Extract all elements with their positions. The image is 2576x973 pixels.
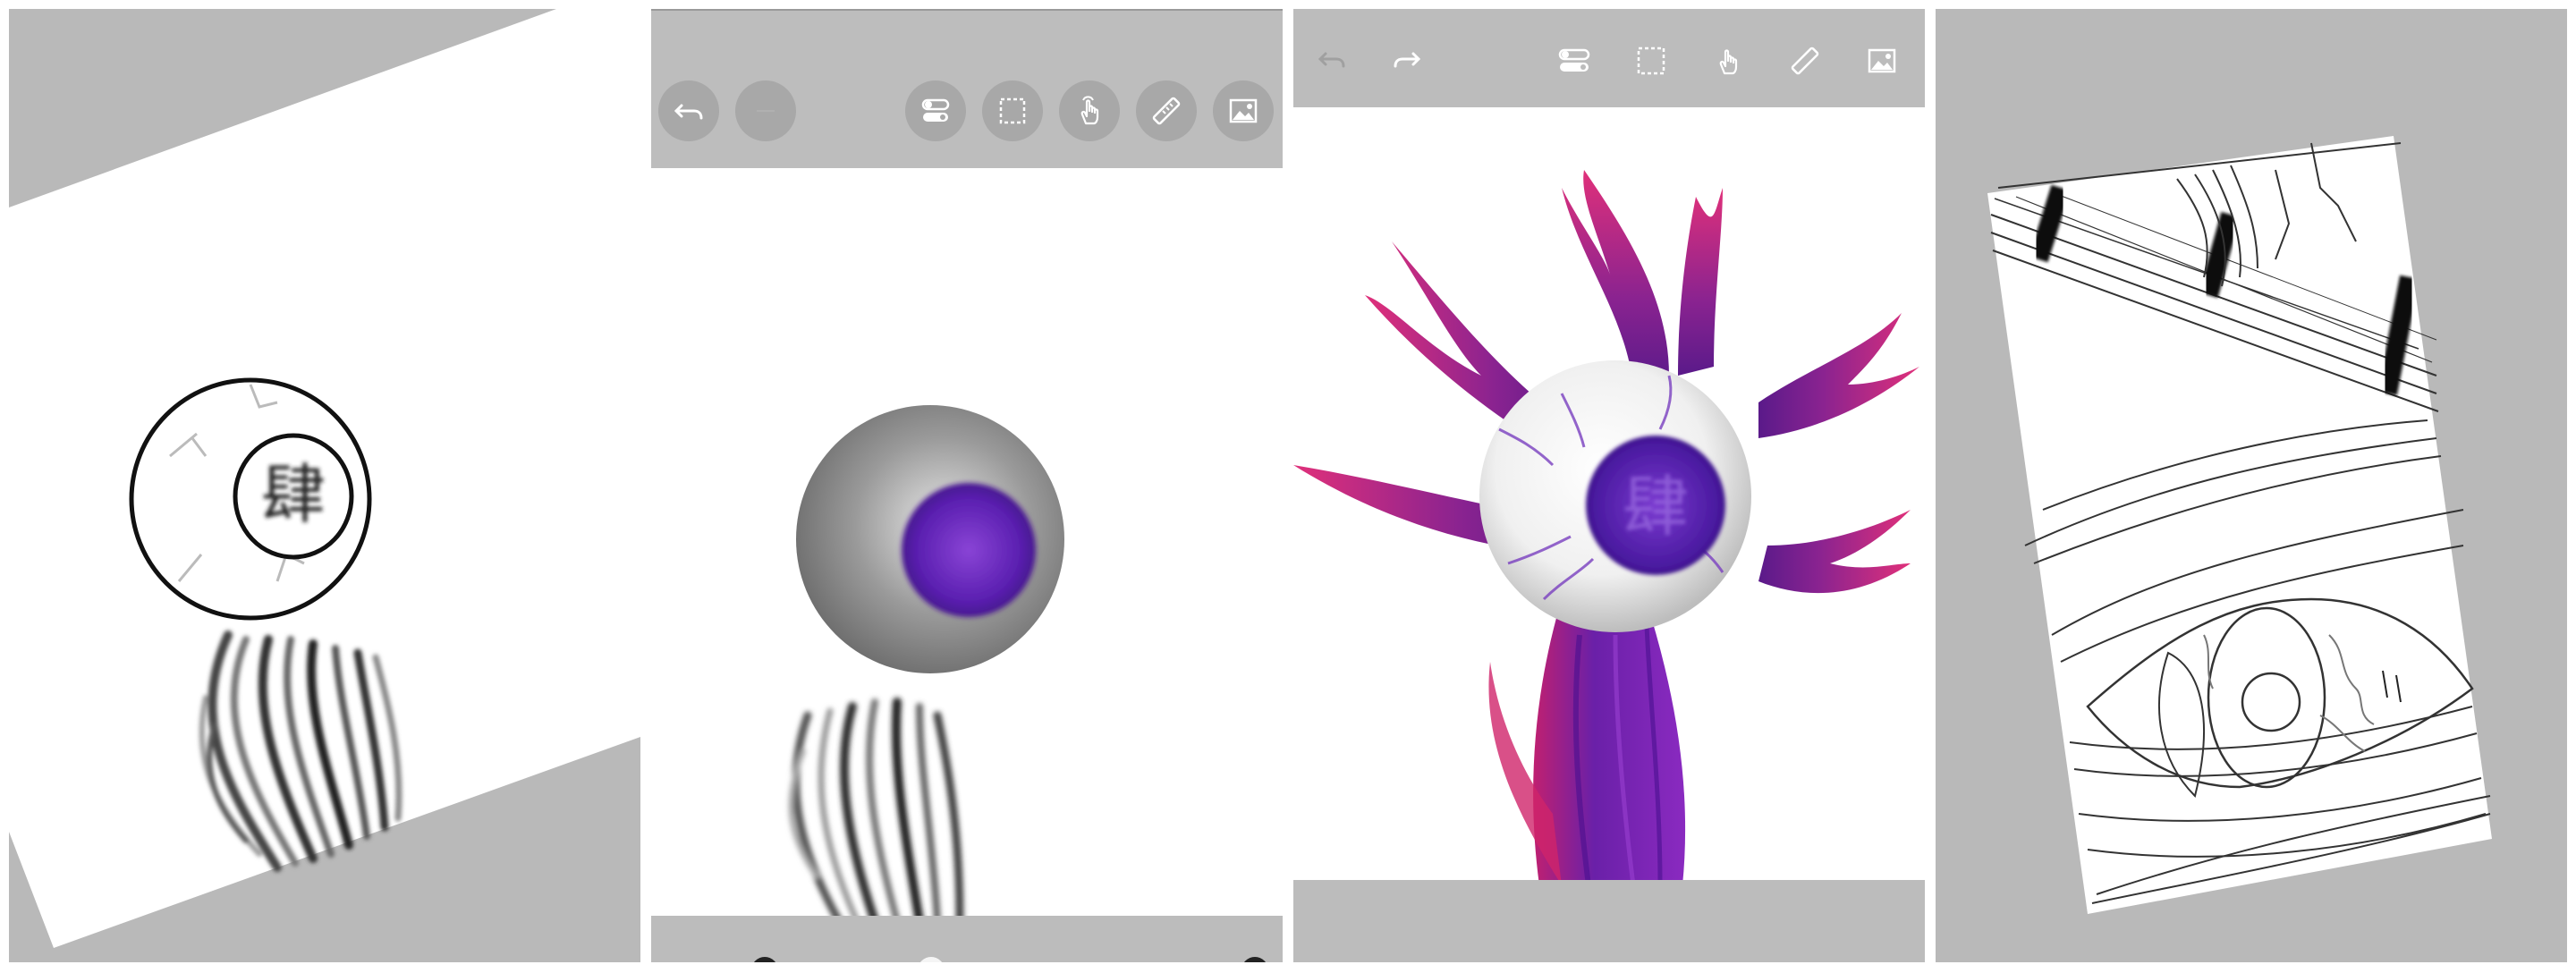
selection-button[interactable]	[982, 80, 1043, 141]
ruler-icon	[1791, 47, 1819, 75]
iris	[902, 483, 1036, 617]
ruler-button[interactable]	[1785, 41, 1825, 80]
bottom-bar	[1293, 880, 1925, 962]
hand-tool-button[interactable]	[1059, 80, 1120, 141]
image-button[interactable]	[1213, 80, 1274, 141]
rotated-canvas-4[interactable]	[1936, 9, 2567, 962]
redo-icon	[757, 110, 775, 112]
layers-toggle-button[interactable]	[905, 80, 966, 141]
hand-icon	[1719, 49, 1738, 75]
undo-icon	[674, 104, 703, 120]
rotated-canvas-1[interactable]: 肆	[9, 9, 640, 962]
ruler-icon	[1152, 97, 1181, 125]
image-icon	[1868, 48, 1896, 73]
undo-icon	[1318, 52, 1345, 68]
hand-tool-button[interactable]	[1708, 41, 1748, 80]
undo-button[interactable]	[658, 80, 719, 141]
toggle-icon	[921, 98, 950, 122]
top-toolbar	[1293, 9, 1925, 107]
bottom-bar	[651, 916, 1283, 962]
iris-kanji: 肆	[261, 457, 326, 532]
drawing-panel-2	[651, 9, 1283, 962]
layers-toggle-button[interactable]	[1555, 41, 1594, 80]
selection-icon	[999, 97, 1026, 124]
undo-button[interactable]	[1311, 41, 1351, 80]
image-icon	[1229, 98, 1258, 123]
drawing-panel-3: 肆	[1293, 9, 1925, 962]
drawing-panel-1: 肆	[9, 9, 640, 962]
image-button[interactable]	[1862, 41, 1902, 80]
selection-button[interactable]	[1631, 41, 1671, 80]
ruler-button[interactable]	[1136, 80, 1197, 141]
hand-icon	[1080, 96, 1099, 125]
toggle-icon	[1558, 48, 1590, 72]
iris-kanji: 肆	[1623, 469, 1689, 546]
redo-button[interactable]	[1388, 41, 1428, 80]
drawing-panel-4	[1936, 9, 2567, 962]
canvas-3[interactable]: 肆	[1293, 9, 1925, 962]
redo-icon	[1394, 52, 1421, 68]
selection-icon	[1637, 47, 1665, 75]
top-toolbar	[651, 9, 1283, 168]
redo-button[interactable]	[735, 80, 796, 141]
